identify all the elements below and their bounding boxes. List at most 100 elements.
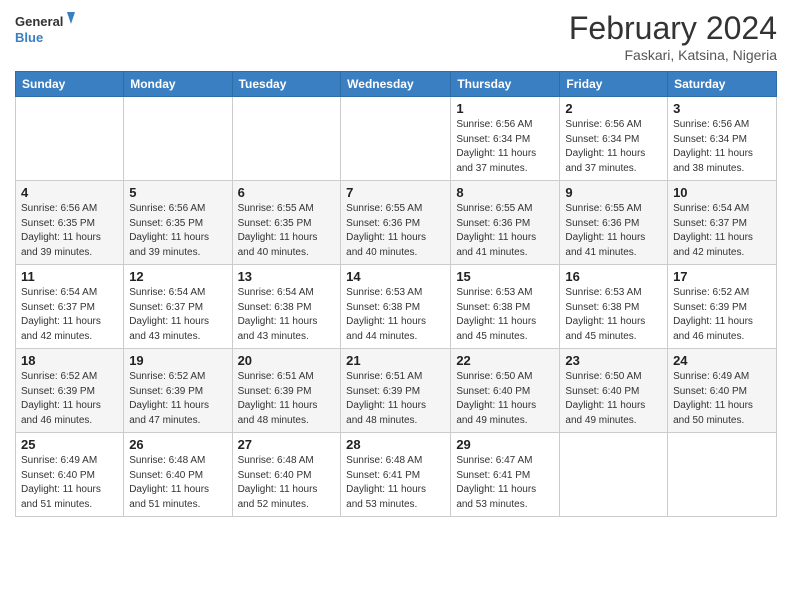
table-row: 11Sunrise: 6:54 AMSunset: 6:37 PMDayligh… bbox=[16, 265, 124, 349]
day-number: 23 bbox=[565, 353, 662, 368]
day-number: 13 bbox=[238, 269, 336, 284]
table-row: 19Sunrise: 6:52 AMSunset: 6:39 PMDayligh… bbox=[124, 349, 232, 433]
day-info: Sunrise: 6:53 AMSunset: 6:38 PMDaylight:… bbox=[565, 286, 662, 344]
day-info: Sunrise: 6:52 AMSunset: 6:39 PMDaylight:… bbox=[673, 286, 771, 344]
day-info: Sunrise: 6:55 AMSunset: 6:36 PMDaylight:… bbox=[456, 202, 554, 260]
day-number: 22 bbox=[456, 353, 554, 368]
day-info: Sunrise: 6:50 AMSunset: 6:40 PMDaylight:… bbox=[456, 370, 554, 428]
calendar-week-row: 4 Sunrise: 6:56 AMSunset: 6:35 PMDaylight… bbox=[16, 181, 777, 265]
table-row bbox=[232, 97, 341, 181]
table-row: 24 Sunrise: 6:49 AMSunset: 6:40 PMDayligh… bbox=[668, 349, 777, 433]
location: Faskari, Katsina, Nigeria bbox=[569, 47, 777, 63]
table-row: 5 Sunrise: 6:56 AMSunset: 6:35 PMDaylight… bbox=[124, 181, 232, 265]
day-info: Sunrise: 6:49 AMSunset: 6:40 PMDaylight:… bbox=[21, 454, 118, 512]
day-info: Sunrise: 6:56 AMSunset: 6:35 PMDaylight:… bbox=[129, 202, 226, 260]
table-row: 14Sunrise: 6:53 AMSunset: 6:38 PMDayligh… bbox=[341, 265, 451, 349]
header: General Blue February 2024 Faskari, Kats… bbox=[15, 10, 777, 63]
day-info: Sunrise: 6:56 AMSunset: 6:35 PMDaylight:… bbox=[21, 202, 118, 260]
table-row: 1 Sunrise: 6:56 AMSunset: 6:34 PMDaylight… bbox=[451, 97, 560, 181]
day-info: Sunrise: 6:56 AMSunset: 6:34 PMDaylight:… bbox=[456, 118, 554, 176]
page: General Blue February 2024 Faskari, Kats… bbox=[0, 0, 792, 612]
calendar-week-row: 25 Sunrise: 6:49 AMSunset: 6:40 PMDayligh… bbox=[16, 433, 777, 517]
day-info: Sunrise: 6:55 AMSunset: 6:35 PMDaylight:… bbox=[238, 202, 336, 260]
day-info: Sunrise: 6:56 AMSunset: 6:34 PMDaylight:… bbox=[565, 118, 662, 176]
day-info: Sunrise: 6:48 AMSunset: 6:40 PMDaylight:… bbox=[238, 454, 336, 512]
day-number: 2 bbox=[565, 101, 662, 116]
day-info: Sunrise: 6:48 AMSunset: 6:40 PMDaylight:… bbox=[129, 454, 226, 512]
table-row: 22 Sunrise: 6:50 AMSunset: 6:40 PMDayligh… bbox=[451, 349, 560, 433]
day-info: Sunrise: 6:54 AMSunset: 6:37 PMDaylight:… bbox=[673, 202, 771, 260]
calendar-week-row: 11 Sunrise: 6:54 AMSunset: 6:37 PMDayligh… bbox=[16, 265, 777, 349]
calendar-table: Sunday Monday Tuesday Wednesday Thursday… bbox=[15, 71, 777, 517]
day-info: Sunrise: 6:52 AMSunset: 6:39 PMDaylight:… bbox=[21, 370, 118, 428]
table-row: 9 Sunrise: 6:55 AMSunset: 6:36 PMDaylight… bbox=[560, 181, 668, 265]
svg-text:Blue: Blue bbox=[15, 30, 43, 45]
table-row bbox=[16, 97, 124, 181]
day-info: Sunrise: 6:55 AMSunset: 6:36 PMDaylight:… bbox=[346, 202, 445, 260]
day-number: 7 bbox=[346, 185, 445, 200]
col-monday: Monday bbox=[124, 72, 232, 97]
day-number: 1 bbox=[456, 101, 554, 116]
table-row: 18 Sunrise: 6:52 AMSunset: 6:39 PMDayligh… bbox=[16, 349, 124, 433]
table-row: 8 Sunrise: 6:55 AMSunset: 6:36 PMDaylight… bbox=[451, 181, 560, 265]
table-row bbox=[341, 97, 451, 181]
table-row: 12 Sunrise: 6:54 AMSunset: 6:37 PMDayligh… bbox=[124, 265, 232, 349]
day-info: Sunrise: 6:54 AMSunset: 6:38 PMDaylight:… bbox=[238, 286, 336, 344]
day-number: 29 bbox=[456, 437, 554, 452]
day-info: Sunrise: 6:53 AMSunset: 6:38 PMDaylight:… bbox=[346, 286, 445, 344]
day-number: 18 bbox=[21, 353, 118, 368]
table-row: 28Sunrise: 6:48 AMSunset: 6:41 PMDayligh… bbox=[341, 433, 451, 517]
calendar-header-row: Sunday Monday Tuesday Wednesday Thursday… bbox=[16, 72, 777, 97]
table-row: 7 Sunrise: 6:55 AMSunset: 6:36 PMDaylight… bbox=[341, 181, 451, 265]
day-number: 8 bbox=[456, 185, 554, 200]
logo: General Blue bbox=[15, 10, 75, 48]
table-row: 4 Sunrise: 6:56 AMSunset: 6:35 PMDaylight… bbox=[16, 181, 124, 265]
calendar-body: 1 Sunrise: 6:56 AMSunset: 6:34 PMDaylight… bbox=[16, 97, 777, 517]
day-info: Sunrise: 6:51 AMSunset: 6:39 PMDaylight:… bbox=[238, 370, 336, 428]
day-number: 6 bbox=[238, 185, 336, 200]
logo-svg: General Blue bbox=[15, 10, 75, 48]
table-row: 21 Sunrise: 6:51 AMSunset: 6:39 PMDayligh… bbox=[341, 349, 451, 433]
table-row bbox=[560, 433, 668, 517]
col-sunday: Sunday bbox=[16, 72, 124, 97]
col-wednesday: Wednesday bbox=[341, 72, 451, 97]
day-number: 5 bbox=[129, 185, 226, 200]
day-info: Sunrise: 6:51 AMSunset: 6:39 PMDaylight:… bbox=[346, 370, 445, 428]
day-number: 27 bbox=[238, 437, 336, 452]
day-info: Sunrise: 6:54 AMSunset: 6:37 PMDaylight:… bbox=[129, 286, 226, 344]
svg-text:General: General bbox=[15, 14, 63, 29]
title-block: February 2024 Faskari, Katsina, Nigeria bbox=[569, 10, 777, 63]
day-number: 3 bbox=[673, 101, 771, 116]
day-number: 26 bbox=[129, 437, 226, 452]
table-row: 29 Sunrise: 6:47 AMSunset: 6:41 PMDayligh… bbox=[451, 433, 560, 517]
calendar-week-row: 1 Sunrise: 6:56 AMSunset: 6:34 PMDaylight… bbox=[16, 97, 777, 181]
day-number: 25 bbox=[21, 437, 118, 452]
table-row: 13 Sunrise: 6:54 AMSunset: 6:38 PMDayligh… bbox=[232, 265, 341, 349]
table-row: 27 Sunrise: 6:48 AMSunset: 6:40 PMDayligh… bbox=[232, 433, 341, 517]
day-info: Sunrise: 6:56 AMSunset: 6:34 PMDaylight:… bbox=[673, 118, 771, 176]
col-tuesday: Tuesday bbox=[232, 72, 341, 97]
col-friday: Friday bbox=[560, 72, 668, 97]
day-info: Sunrise: 6:52 AMSunset: 6:39 PMDaylight:… bbox=[129, 370, 226, 428]
day-number: 16 bbox=[565, 269, 662, 284]
day-number: 21 bbox=[346, 353, 445, 368]
day-info: Sunrise: 6:49 AMSunset: 6:40 PMDaylight:… bbox=[673, 370, 771, 428]
day-info: Sunrise: 6:55 AMSunset: 6:36 PMDaylight:… bbox=[565, 202, 662, 260]
table-row: 25 Sunrise: 6:49 AMSunset: 6:40 PMDayligh… bbox=[16, 433, 124, 517]
calendar-week-row: 18 Sunrise: 6:52 AMSunset: 6:39 PMDayligh… bbox=[16, 349, 777, 433]
day-info: Sunrise: 6:53 AMSunset: 6:38 PMDaylight:… bbox=[456, 286, 554, 344]
day-number: 17 bbox=[673, 269, 771, 284]
table-row: 3 Sunrise: 6:56 AMSunset: 6:34 PMDaylight… bbox=[668, 97, 777, 181]
day-number: 11 bbox=[21, 269, 118, 284]
day-number: 20 bbox=[238, 353, 336, 368]
day-number: 9 bbox=[565, 185, 662, 200]
day-info: Sunrise: 6:47 AMSunset: 6:41 PMDaylight:… bbox=[456, 454, 554, 512]
table-row: 23Sunrise: 6:50 AMSunset: 6:40 PMDayligh… bbox=[560, 349, 668, 433]
table-row: 16 Sunrise: 6:53 AMSunset: 6:38 PMDayligh… bbox=[560, 265, 668, 349]
day-number: 12 bbox=[129, 269, 226, 284]
col-thursday: Thursday bbox=[451, 72, 560, 97]
day-number: 4 bbox=[21, 185, 118, 200]
table-row: 10Sunrise: 6:54 AMSunset: 6:37 PMDayligh… bbox=[668, 181, 777, 265]
table-row: 26 Sunrise: 6:48 AMSunset: 6:40 PMDayligh… bbox=[124, 433, 232, 517]
day-number: 24 bbox=[673, 353, 771, 368]
